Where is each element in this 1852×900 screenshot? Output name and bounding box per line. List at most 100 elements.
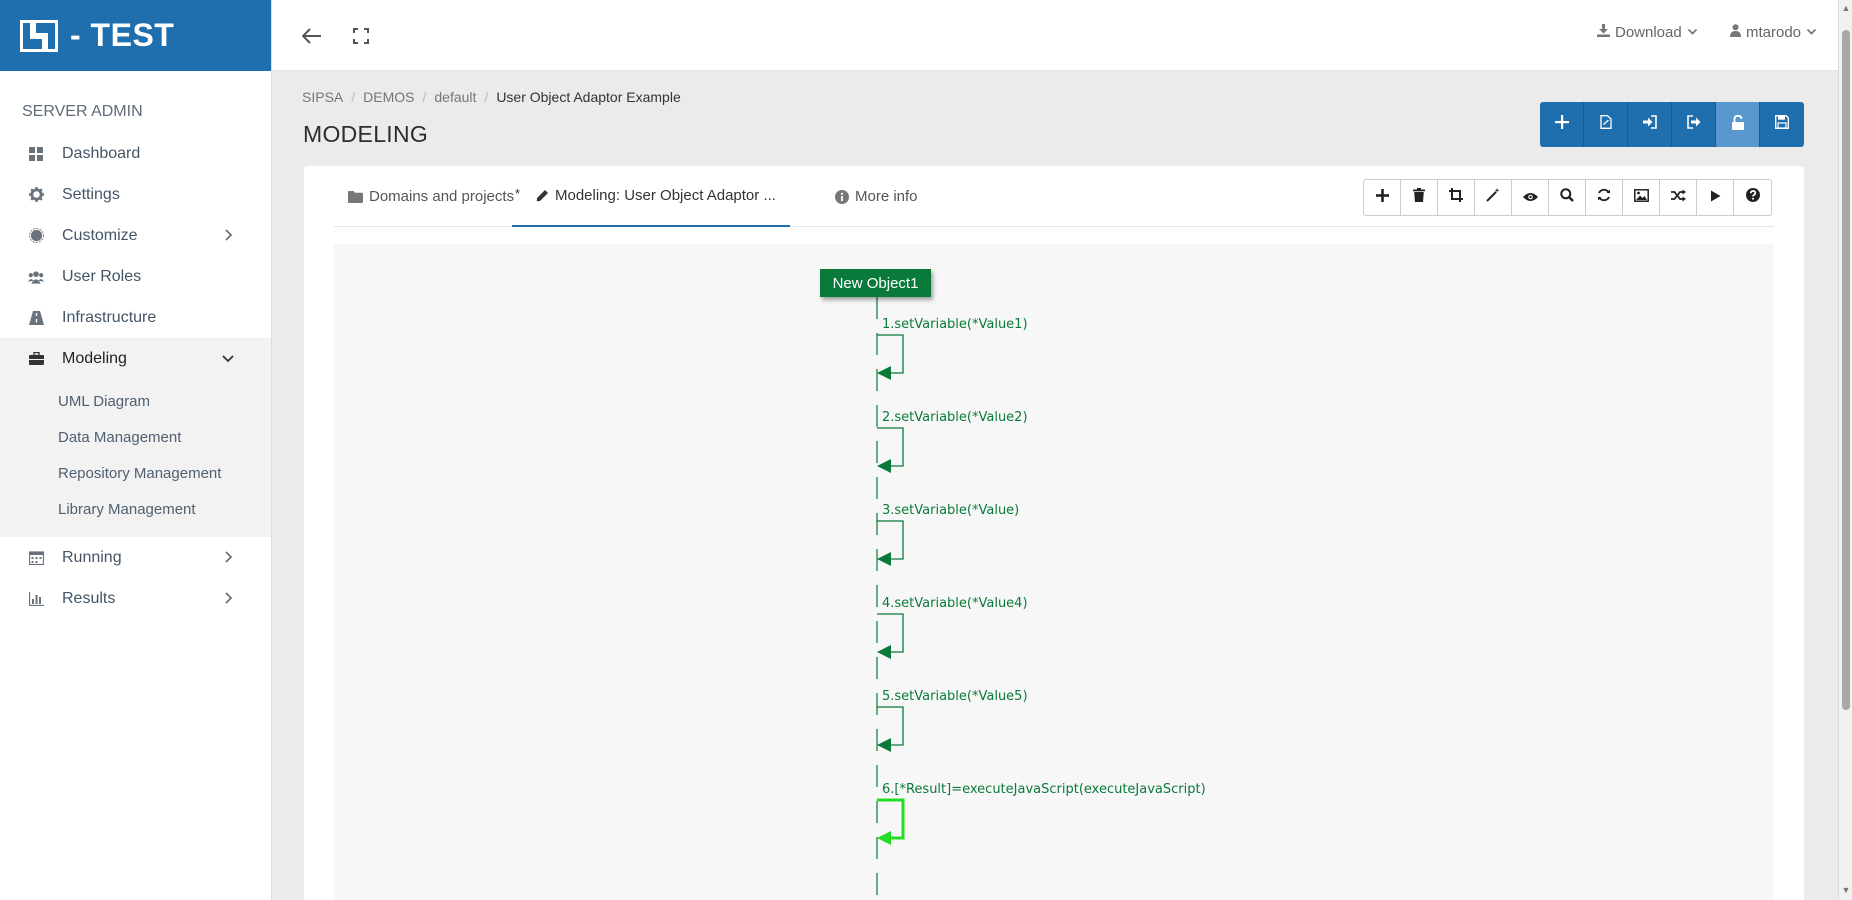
unlock-icon xyxy=(1731,114,1745,135)
help-button[interactable] xyxy=(1734,180,1771,215)
sidebar-item-label: Running xyxy=(62,548,122,566)
tab-label: Domains and projects xyxy=(369,188,515,205)
scroll-down-icon[interactable]: ▼ xyxy=(1841,885,1851,895)
diagram-toolbar xyxy=(1363,179,1772,216)
sidebar-item-infrastructure[interactable]: Infrastructure xyxy=(0,297,271,338)
arrowhead xyxy=(877,366,891,380)
brand-header[interactable]: - TEST xyxy=(0,0,271,71)
diagram-canvas[interactable]: 1.setVariable(*Value1) 2.setVariable(*Val… xyxy=(334,244,1774,900)
new-document-button[interactable] xyxy=(1584,102,1628,147)
breadcrumb: SIPSA / DEMOS / default / User Object Ad… xyxy=(302,89,681,105)
shuffle-icon xyxy=(1670,189,1686,207)
breadcrumb-separator: / xyxy=(351,89,356,105)
document-icon xyxy=(1599,115,1612,134)
sidebar-item-label: Results xyxy=(62,589,116,607)
tab-domains-and-projects[interactable]: Domains and projects xyxy=(348,166,514,227)
sidebar-item-modeling[interactable]: Modeling xyxy=(0,338,271,379)
user-label: mtarodo xyxy=(1746,24,1802,41)
brand-title: - TEST xyxy=(70,17,175,53)
scrollbar-thumb[interactable] xyxy=(1842,30,1850,710)
action-toolbar xyxy=(1540,102,1804,147)
message-label: 1.setVariable(*Value1) xyxy=(882,317,1028,332)
main-content: SIPSA / DEMOS / default / User Object Ad… xyxy=(272,71,1838,900)
download-menu[interactable]: Download xyxy=(1597,24,1698,41)
message-label: 3.setVariable(*Value) xyxy=(882,503,1019,518)
chevron-down-icon xyxy=(1806,24,1817,41)
message-label: 4.setVariable(*Value4) xyxy=(882,596,1028,611)
sidebar-item-settings[interactable]: Settings xyxy=(0,174,271,215)
logo-icon xyxy=(20,19,58,52)
message-label: 5.setVariable(*Value5) xyxy=(882,689,1028,704)
crop-icon xyxy=(1449,188,1463,207)
breadcrumb-current: User Object Adaptor Example xyxy=(496,89,681,105)
user-icon xyxy=(1730,24,1741,41)
add-element-button[interactable] xyxy=(1364,180,1401,215)
plus-icon xyxy=(1375,188,1389,207)
message-label: 2.setVariable(*Value2) xyxy=(882,410,1028,425)
tab-modeling[interactable]: Modeling: User Object Adaptor ... xyxy=(512,166,790,227)
image-icon xyxy=(1633,188,1649,207)
sign-in-icon xyxy=(1642,115,1657,134)
import-button[interactable] xyxy=(1628,102,1672,147)
sidebar-item-label: Modeling xyxy=(62,349,127,367)
export-button[interactable] xyxy=(1672,102,1716,147)
breadcrumb-item[interactable]: SIPSA xyxy=(302,89,343,105)
sequence-diagram: 1.setVariable(*Value1) 2.setVariable(*Val… xyxy=(876,297,1206,900)
sidebar-subitem-uml-diagram[interactable]: UML Diagram xyxy=(0,383,271,419)
breadcrumb-separator: / xyxy=(422,89,427,105)
tab-label: More info xyxy=(855,188,918,205)
chevron-down-icon xyxy=(1687,24,1698,41)
refresh-button[interactable] xyxy=(1586,180,1623,215)
modeling-panel: Domains and projects * Modeling: User Ob… xyxy=(304,166,1804,900)
sidebar-item-label: Dashboard xyxy=(62,144,141,162)
run-button[interactable] xyxy=(1697,180,1734,215)
save-button[interactable] xyxy=(1760,102,1804,147)
sidebar-subitem-repository-management[interactable]: Repository Management xyxy=(0,455,271,491)
breadcrumb-item[interactable]: DEMOS xyxy=(363,89,414,105)
delete-button[interactable] xyxy=(1401,180,1438,215)
preview-button[interactable] xyxy=(1512,180,1549,215)
fullscreen-icon[interactable] xyxy=(349,24,373,48)
modeling-subnav: UML Diagram Data Management Repository M… xyxy=(0,379,271,537)
tab-more-info[interactable]: More info xyxy=(835,166,918,227)
sidebar-item-results[interactable]: Results xyxy=(0,578,271,619)
sidebar-item-customize[interactable]: Customize xyxy=(0,215,271,256)
sidebar-item-running[interactable]: Running xyxy=(0,537,271,578)
crop-button[interactable] xyxy=(1438,180,1475,215)
sidebar: - TEST SERVER ADMIN Dashboard Settings C… xyxy=(0,0,272,900)
shuffle-button[interactable] xyxy=(1660,180,1697,215)
scroll-up-icon[interactable]: ▲ xyxy=(1841,3,1851,13)
sidebar-item-dashboard[interactable]: Dashboard xyxy=(0,133,271,174)
sign-out-icon xyxy=(1686,115,1701,134)
search-button[interactable] xyxy=(1549,180,1586,215)
page-scrollbar[interactable]: ▲ ▼ xyxy=(1838,0,1852,900)
top-bar: Download mtarodo xyxy=(272,0,1838,71)
auto-layout-button[interactable] xyxy=(1475,180,1512,215)
arrowhead xyxy=(877,738,891,752)
sidebar-subitem-library-management[interactable]: Library Management xyxy=(0,491,271,527)
eye-icon xyxy=(1522,189,1538,207)
sidebar-subitem-data-management[interactable]: Data Management xyxy=(0,419,271,455)
calendar-icon xyxy=(28,550,44,566)
badge-icon xyxy=(28,228,44,244)
refresh-icon xyxy=(1597,188,1611,207)
back-arrow-icon[interactable] xyxy=(300,24,324,48)
magic-wand-icon xyxy=(1486,188,1500,207)
pencil-icon xyxy=(536,189,549,202)
folder-icon xyxy=(348,190,363,203)
breadcrumb-item[interactable]: default xyxy=(434,89,476,105)
sidebar-item-label: Settings xyxy=(62,185,120,203)
breadcrumb-separator: / xyxy=(484,89,489,105)
arrowhead xyxy=(877,459,891,473)
lifeline-object[interactable]: New Object1 xyxy=(820,269,931,297)
unlock-button[interactable] xyxy=(1716,102,1760,147)
message-label: 6.[*Result]=executeJavaScript(executeJav… xyxy=(882,782,1206,797)
road-icon xyxy=(28,310,44,326)
add-button[interactable] xyxy=(1540,102,1584,147)
save-icon xyxy=(1775,115,1789,134)
question-icon xyxy=(1745,188,1760,207)
user-menu[interactable]: mtarodo xyxy=(1730,24,1817,41)
chevron-right-icon xyxy=(221,591,235,605)
export-image-button[interactable] xyxy=(1623,180,1660,215)
sidebar-item-user-roles[interactable]: User Roles xyxy=(0,256,271,297)
